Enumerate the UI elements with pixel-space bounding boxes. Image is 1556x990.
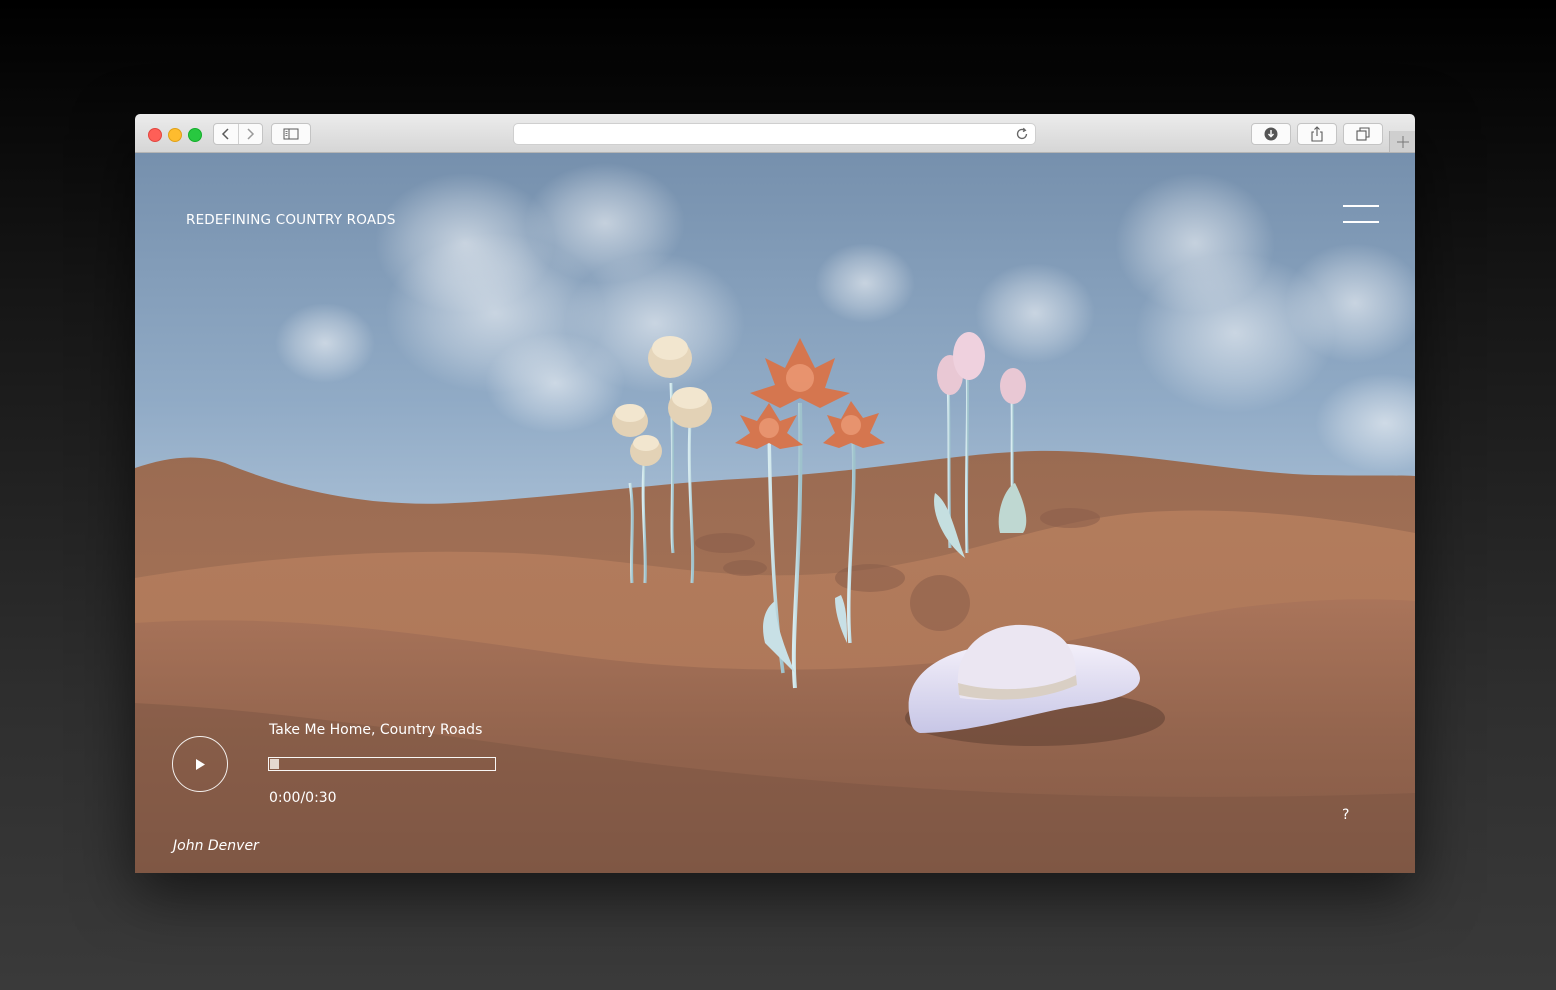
- sidebar-icon: [283, 128, 299, 140]
- download-icon: [1264, 127, 1278, 141]
- chevron-right-icon: [247, 128, 255, 140]
- back-button[interactable]: [214, 124, 238, 144]
- tabs-icon: [1356, 127, 1370, 141]
- browser-toolbar: [135, 114, 1415, 153]
- menu-line: [1343, 221, 1379, 223]
- site-title[interactable]: REDEFINING COUNTRY ROADS: [186, 212, 396, 228]
- song-title: Take Me Home, Country Roads: [269, 722, 483, 738]
- downloads-button[interactable]: [1251, 123, 1291, 145]
- history-nav-group: [213, 123, 263, 145]
- artist-name: John Denver: [173, 838, 259, 854]
- progress-bar[interactable]: [268, 757, 496, 771]
- share-icon: [1311, 126, 1323, 142]
- help-button[interactable]: ?: [1342, 807, 1349, 823]
- share-button[interactable]: [1297, 123, 1337, 145]
- progress-fill: [270, 759, 279, 769]
- browser-window: REDEFINING COUNTRY ROADS Take Me Home, C…: [135, 114, 1415, 873]
- reload-icon[interactable]: [1015, 127, 1029, 141]
- play-button[interactable]: [172, 736, 228, 792]
- plus-icon: [1396, 135, 1409, 148]
- new-tab-button[interactable]: [1389, 131, 1415, 152]
- menu-line: [1343, 205, 1379, 207]
- play-icon: [196, 758, 205, 770]
- webpage-viewport: REDEFINING COUNTRY ROADS Take Me Home, C…: [135, 153, 1415, 873]
- tabs-overview-button[interactable]: [1343, 123, 1383, 145]
- zoom-window-button[interactable]: [188, 128, 202, 142]
- minimize-window-button[interactable]: [168, 128, 182, 142]
- chevron-left-icon: [221, 128, 229, 140]
- sidebar-button[interactable]: [271, 123, 311, 145]
- address-bar[interactable]: [513, 123, 1036, 145]
- hamburger-menu-icon[interactable]: [1343, 205, 1381, 223]
- forward-button[interactable]: [237, 124, 263, 144]
- close-window-button[interactable]: [148, 128, 162, 142]
- playback-time: 0:00/0:30: [269, 790, 337, 806]
